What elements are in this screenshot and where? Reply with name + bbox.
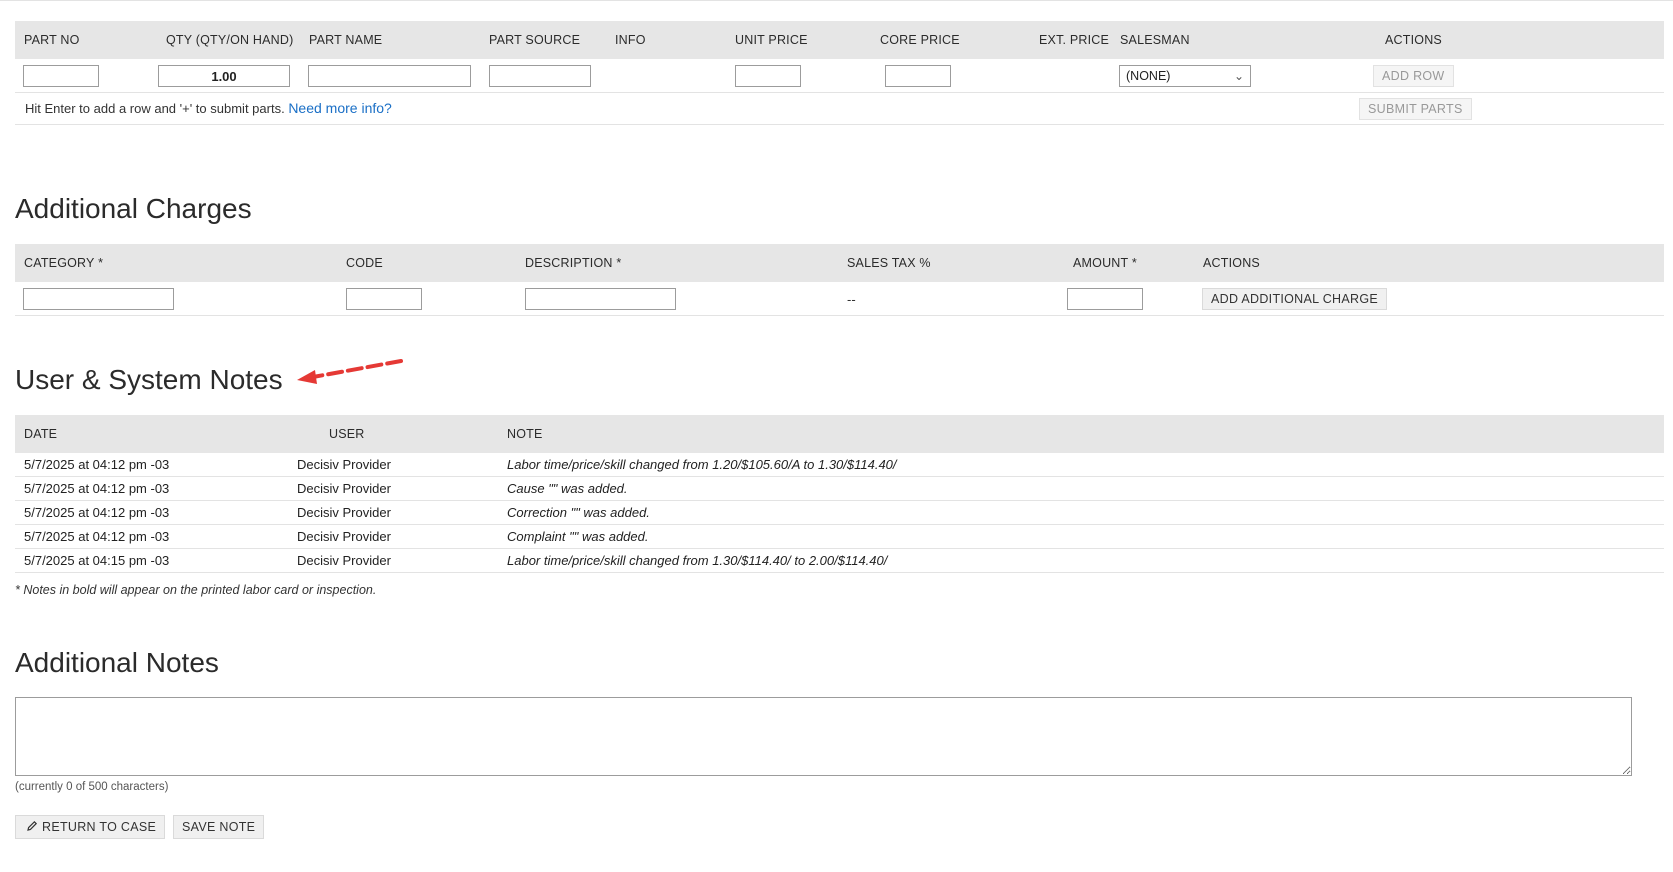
arrow-icon (297, 359, 403, 384)
core-price-input[interactable] (885, 65, 951, 87)
note-date: 5/7/2025 at 04:12 pm -03 (24, 529, 170, 544)
parts-entry-row: (NONE) ⌄ ADD ROW (15, 59, 1664, 93)
note-date: 5/7/2025 at 04:12 pm -03 (24, 505, 170, 520)
col-sales-tax: SALES TAX % (847, 256, 931, 270)
sales-tax-value: -- (847, 292, 856, 307)
return-to-case-label: RETURN TO CASE (42, 820, 157, 834)
col-note: NOTE (507, 427, 543, 441)
table-row: 5/7/2025 at 04:12 pm -03 Decisiv Provide… (15, 525, 1664, 549)
col-ext-price: EXT. PRICE (1039, 33, 1110, 47)
notes-footnote: * Notes in bold will appear on the print… (15, 583, 377, 597)
col-description-label: DESCRIPTION (525, 256, 613, 270)
note-user: Decisiv Provider (297, 457, 391, 472)
salesman-selected: (NONE) (1126, 69, 1171, 83)
return-to-case-button[interactable]: RETURN TO CASE (15, 815, 166, 839)
note-text: Complaint "" was added. (507, 529, 649, 544)
table-row: 5/7/2025 at 04:12 pm -03 Decisiv Provide… (15, 477, 1664, 501)
note-date: 5/7/2025 at 04:15 pm -03 (24, 553, 170, 568)
note-user: Decisiv Provider (297, 529, 391, 544)
additional-charges-title: Additional Charges (15, 193, 252, 224)
parts-table: PART NO QTY (QTY/ON HAND) PART NAME PART… (15, 21, 1664, 125)
parts-hint-text: Hit Enter to add a row and '+' to submit… (25, 101, 285, 116)
code-input[interactable] (346, 288, 422, 310)
col-date: DATE (24, 427, 58, 441)
system-notes-table: DATE USER NOTE 5/7/2025 at 04:12 pm -03 … (15, 415, 1664, 573)
note-date: 5/7/2025 at 04:12 pm -03 (24, 481, 170, 496)
col-code: CODE (346, 256, 383, 270)
col-core-price: CORE PRICE (880, 33, 960, 47)
table-row: 5/7/2025 at 04:12 pm -03 Decisiv Provide… (15, 501, 1664, 525)
parts-hint-row: Hit Enter to add a row and '+' to submit… (15, 93, 1664, 125)
charges-header: CATEGORY * CODE DESCRIPTION * SALES TAX … (15, 244, 1664, 282)
col-part-source: PART SOURCE (489, 33, 581, 47)
save-note-button[interactable]: SAVE NOTE (173, 815, 265, 839)
charges-entry-row: -- ADD ADDITIONAL CHARGE (15, 282, 1664, 316)
col-user: USER (329, 427, 365, 441)
note-date: 5/7/2025 at 04:12 pm -03 (24, 457, 170, 472)
chevron-down-icon: ⌄ (1233, 69, 1244, 83)
note-user: Decisiv Provider (297, 553, 391, 568)
required-mark: * (1131, 256, 1137, 270)
parts-header: PART NO QTY (QTY/ON HAND) PART NAME PART… (15, 21, 1664, 59)
table-row: 5/7/2025 at 04:12 pm -03 Decisiv Provide… (15, 453, 1664, 477)
submit-parts-button[interactable]: SUBMIT PARTS (1359, 98, 1472, 120)
col-category: CATEGORY * (24, 244, 103, 282)
system-notes-title: User & System Notes (15, 364, 283, 395)
part-source-input[interactable] (489, 65, 591, 87)
salesman-select[interactable]: (NONE) ⌄ (1119, 65, 1251, 87)
note-user: Decisiv Provider (297, 481, 391, 496)
col-description: DESCRIPTION * (525, 244, 621, 282)
col-info: INFO (615, 33, 646, 47)
char-count: (currently 0 of 500 characters) (15, 781, 169, 793)
note-text: Correction "" was added. (507, 505, 650, 520)
need-more-info-link[interactable]: Need more info? (288, 100, 392, 116)
part-no-input[interactable] (23, 65, 99, 87)
additional-notes-textarea[interactable] (15, 697, 1632, 776)
col-unit-price: UNIT PRICE (735, 33, 808, 47)
part-name-input[interactable] (308, 65, 471, 87)
note-user: Decisiv Provider (297, 505, 391, 520)
required-mark: * (98, 256, 104, 270)
note-text: Labor time/price/skill changed from 1.30… (507, 553, 888, 568)
category-input[interactable] (23, 288, 174, 310)
note-text: Labor time/price/skill changed from 1.20… (507, 457, 897, 472)
additional-notes-title: Additional Notes (15, 647, 219, 678)
description-input[interactable] (525, 288, 676, 310)
col-part-name: PART NAME (309, 33, 383, 47)
add-additional-charge-button[interactable]: ADD ADDITIONAL CHARGE (1202, 288, 1387, 310)
pencil-icon (27, 820, 38, 831)
col-actions: ACTIONS (1385, 33, 1442, 47)
parts-hint: Hit Enter to add a row and '+' to submit… (25, 100, 392, 116)
col-charge-actions: ACTIONS (1203, 256, 1260, 270)
col-part-no: PART NO (24, 33, 80, 47)
unit-price-input[interactable] (735, 65, 801, 87)
col-qty: QTY (QTY/ON HAND) (166, 33, 294, 47)
col-salesman: SALESMAN (1120, 33, 1190, 47)
top-divider (0, 0, 1673, 1)
amount-input[interactable] (1067, 288, 1143, 310)
table-row: 5/7/2025 at 04:15 pm -03 Decisiv Provide… (15, 549, 1664, 573)
note-text: Cause "" was added. (507, 481, 628, 496)
charges-table: CATEGORY * CODE DESCRIPTION * SALES TAX … (15, 244, 1664, 316)
col-amount-label: AMOUNT (1073, 256, 1129, 270)
required-mark: * (616, 256, 622, 270)
notes-header: DATE USER NOTE (15, 415, 1664, 453)
col-amount: AMOUNT * (1073, 244, 1137, 282)
qty-input[interactable] (158, 65, 290, 87)
add-row-button[interactable]: ADD ROW (1373, 65, 1454, 87)
col-category-label: CATEGORY (24, 256, 95, 270)
